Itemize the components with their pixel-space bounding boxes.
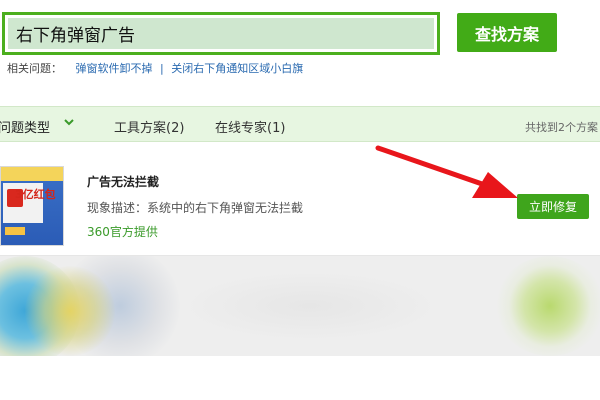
- tab-bar: 问题类型 工具方案(2) 在线专家(1) 共找到2个方案: [0, 106, 600, 142]
- tab-problem-type[interactable]: 问题类型: [0, 117, 50, 136]
- related-label: 相关问题：: [7, 62, 62, 75]
- blur-blob: [180, 271, 440, 341]
- related-link-close-flag[interactable]: 关闭右下角通知区域小白旗: [171, 62, 303, 75]
- chevron-down-icon[interactable]: [64, 117, 74, 127]
- search-input[interactable]: [8, 18, 434, 49]
- blurred-ad-area: [0, 256, 600, 356]
- related-link-uninstall[interactable]: 弹窗软件卸不掉: [76, 62, 153, 75]
- result-count: 共找到2个方案: [525, 121, 598, 134]
- blur-blob: [495, 256, 600, 356]
- red-arrow-icon: [375, 145, 518, 198]
- page: 查找方案 相关问题： 弹窗软件卸不掉 | 关闭右下角通知区域小白旗 问题类型 工…: [0, 0, 600, 400]
- related-separator: |: [160, 62, 164, 75]
- thumbnail-button: [5, 227, 25, 235]
- tab-online-experts[interactable]: 在线专家(1): [215, 117, 285, 136]
- related-questions: 相关问题： 弹窗软件卸不掉 | 关闭右下角通知区域小白旗: [7, 60, 303, 76]
- blur-blob: [25, 266, 115, 356]
- thumbnail-strip: [1, 167, 63, 181]
- search-box: [2, 12, 440, 55]
- thumbnail-text: 3亿红包: [15, 188, 56, 201]
- result-provider: 360官方提供: [87, 225, 158, 239]
- result-description: 现象描述：系统中的右下角弹窗无法拦截: [87, 201, 304, 215]
- result-title[interactable]: 广告无法拦截: [87, 173, 159, 190]
- result-thumbnail: 3亿红包: [0, 166, 64, 246]
- search-button[interactable]: 查找方案: [457, 13, 557, 52]
- tab-tool-solutions[interactable]: 工具方案(2): [114, 117, 184, 136]
